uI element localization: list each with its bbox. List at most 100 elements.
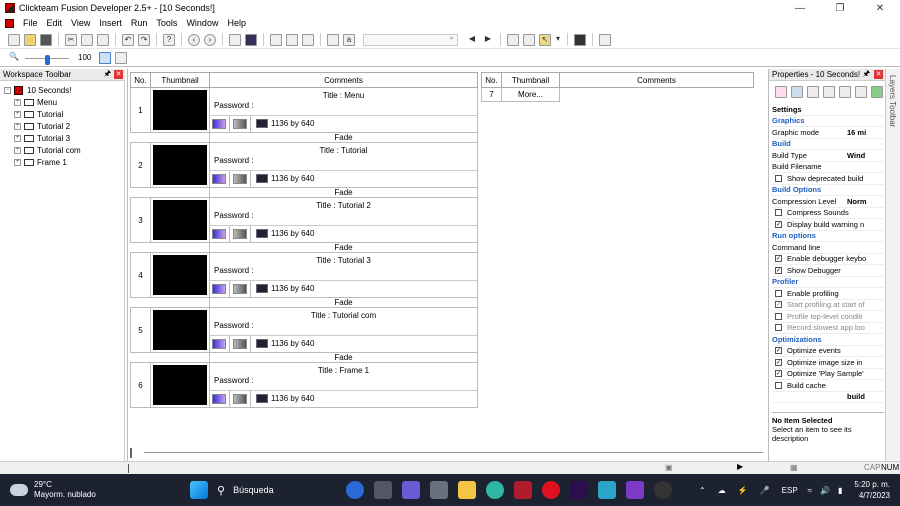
property-row[interactable]: Command line [772, 242, 884, 254]
password-label[interactable]: Password : [214, 156, 254, 165]
bing-icon[interactable] [346, 481, 364, 499]
maximize-button[interactable]: ❐ [820, 3, 860, 14]
frame-size[interactable]: 1136 by 640 [271, 119, 314, 128]
expand-icon[interactable]: + [14, 98, 21, 106]
tree-frame-node[interactable]: + Menu [4, 96, 81, 108]
help-icon[interactable]: ? [163, 33, 175, 46]
event-list-icon[interactable] [286, 33, 298, 46]
property-row[interactable]: Build Type Wind [772, 150, 884, 162]
expand-icon[interactable]: + [14, 158, 21, 166]
checkbox[interactable] [775, 174, 782, 182]
about-tab-icon[interactable] [855, 86, 867, 98]
tree-frame-node[interactable]: + Tutorial 2 [4, 120, 81, 132]
frame-size[interactable]: 1136 by 640 [271, 284, 314, 293]
checkbox[interactable] [775, 209, 782, 217]
frame-size[interactable]: 1136 by 640 [271, 339, 314, 348]
winrar-icon[interactable] [514, 481, 532, 499]
zoom-slider[interactable] [25, 52, 69, 65]
redo-icon[interactable]: ↷ [138, 33, 150, 46]
fade-out-transition-icon[interactable] [233, 283, 247, 294]
property-checkbox-row[interactable]: ✓ Optimize events [772, 346, 884, 357]
close-icon[interactable]: ✕ [874, 70, 883, 79]
paste-icon[interactable] [97, 33, 109, 46]
store-icon[interactable] [430, 481, 448, 499]
property-checkbox-row[interactable]: ✓ Optimize image size in [772, 357, 884, 369]
back-icon[interactable]: ‹ [188, 33, 200, 46]
events-tab-icon[interactable] [839, 86, 851, 98]
property-row[interactable]: Build Filename [772, 162, 884, 173]
pin-icon[interactable]: 🖈 [862, 69, 871, 79]
checkbox[interactable] [775, 324, 782, 332]
property-row[interactable]: Graphic mode 16 mi [772, 127, 884, 139]
frame-thumbnail[interactable] [153, 310, 207, 350]
property-value[interactable]: build [847, 392, 865, 401]
wifi-icon[interactable]: ≈ [808, 486, 812, 495]
expand-icon[interactable]: + [14, 110, 21, 118]
fade-out-transition-icon[interactable] [233, 228, 247, 239]
task-view-icon[interactable] [374, 481, 392, 499]
frame-thumbnail[interactable] [153, 145, 207, 185]
fade-out-transition-icon[interactable] [233, 118, 247, 129]
property-value[interactable]: Norm [847, 197, 867, 206]
tree-frame-node[interactable]: + Tutorial 3 [4, 132, 81, 144]
prev-icon[interactable]: ◀ [466, 34, 478, 46]
property-checkbox-row[interactable]: Build cache [772, 380, 884, 392]
transition-label[interactable]: Fade [209, 242, 478, 253]
password-label[interactable]: Password : [214, 376, 254, 385]
transition-label[interactable]: Fade [209, 187, 478, 198]
settings-tab-icon[interactable] [775, 86, 787, 98]
next-icon[interactable]: ▶ [482, 34, 494, 46]
table-row[interactable]: 2 Title : Tutorial Password : 1136 by 640 [130, 142, 478, 188]
table-row[interactable]: 5 Title : Tutorial com Password : 1136 by 6… [130, 307, 478, 353]
property-row[interactable]: build [772, 392, 884, 403]
windows-tab-icon[interactable] [871, 86, 883, 98]
new-icon[interactable] [8, 33, 20, 46]
checkbox[interactable]: ✓ [775, 301, 782, 309]
grid-icon[interactable] [327, 33, 339, 46]
fade-out-transition-icon[interactable] [233, 393, 247, 404]
checkbox[interactable]: ✓ [775, 255, 782, 263]
text-tool-icon[interactable]: a [343, 33, 355, 46]
property-checkbox-row[interactable]: Show deprecated build [772, 173, 884, 185]
collapse-icon[interactable]: − [4, 86, 11, 94]
transition-label[interactable]: Fade [209, 132, 478, 143]
fade-in-transition-icon[interactable] [212, 228, 226, 239]
table-row[interactable]: 1 Title : Menu Password : 1136 by 640 [130, 87, 478, 133]
frame-title[interactable]: Tutorial [341, 146, 367, 155]
frame-title[interactable]: Menu [344, 91, 364, 100]
fade-in-transition-icon[interactable] [212, 173, 226, 184]
menu-view[interactable]: View [71, 18, 90, 28]
values-tab-icon[interactable] [823, 86, 835, 98]
minimize-button[interactable]: — [780, 3, 820, 14]
property-checkbox-row[interactable]: Profile top-level conditi [772, 311, 884, 323]
battery-icon[interactable]: ▮ [838, 486, 842, 495]
password-label[interactable]: Password : [214, 101, 254, 110]
frame-size[interactable]: 1136 by 640 [271, 394, 314, 403]
close-icon[interactable]: ✕ [114, 70, 123, 79]
password-label[interactable]: Password : [214, 266, 254, 275]
clock[interactable]: 5:20 p. m. 4/7/2023 [854, 479, 890, 501]
premiere-icon[interactable] [570, 481, 588, 499]
frame-thumbnail[interactable] [153, 365, 207, 405]
checkbox[interactable]: ✓ [775, 358, 782, 366]
frame-size[interactable]: 1136 by 640 [271, 174, 314, 183]
frame-thumbnail[interactable] [153, 200, 207, 240]
expand-icon[interactable]: + [14, 122, 21, 130]
frame-title[interactable]: Tutorial 2 [338, 201, 371, 210]
checkbox[interactable]: ✓ [775, 370, 782, 378]
checkbox[interactable] [775, 289, 782, 297]
menu-window[interactable]: Window [186, 18, 218, 28]
tree-frame-node[interactable]: + Tutorial com [4, 144, 81, 156]
expand-icon[interactable]: + [14, 146, 21, 154]
microphone-icon[interactable]: 🎤 [760, 486, 770, 495]
copy-icon[interactable] [81, 33, 93, 46]
property-checkbox-row[interactable]: Record slowest app loo [772, 323, 884, 334]
chevron-up-icon[interactable]: ⌃ [699, 486, 706, 495]
data-elements-icon[interactable] [302, 33, 314, 46]
table-row[interactable]: 4 Title : Tutorial 3 Password : 1136 by 640 [130, 252, 478, 298]
insert-frame-icon[interactable] [507, 33, 519, 46]
bluetooth-icon[interactable]: ⚡ [738, 486, 748, 495]
save-icon[interactable] [40, 33, 52, 46]
frame-editor-icon[interactable] [245, 33, 257, 46]
tree-frame-node[interactable]: + Frame 1 [4, 156, 81, 168]
